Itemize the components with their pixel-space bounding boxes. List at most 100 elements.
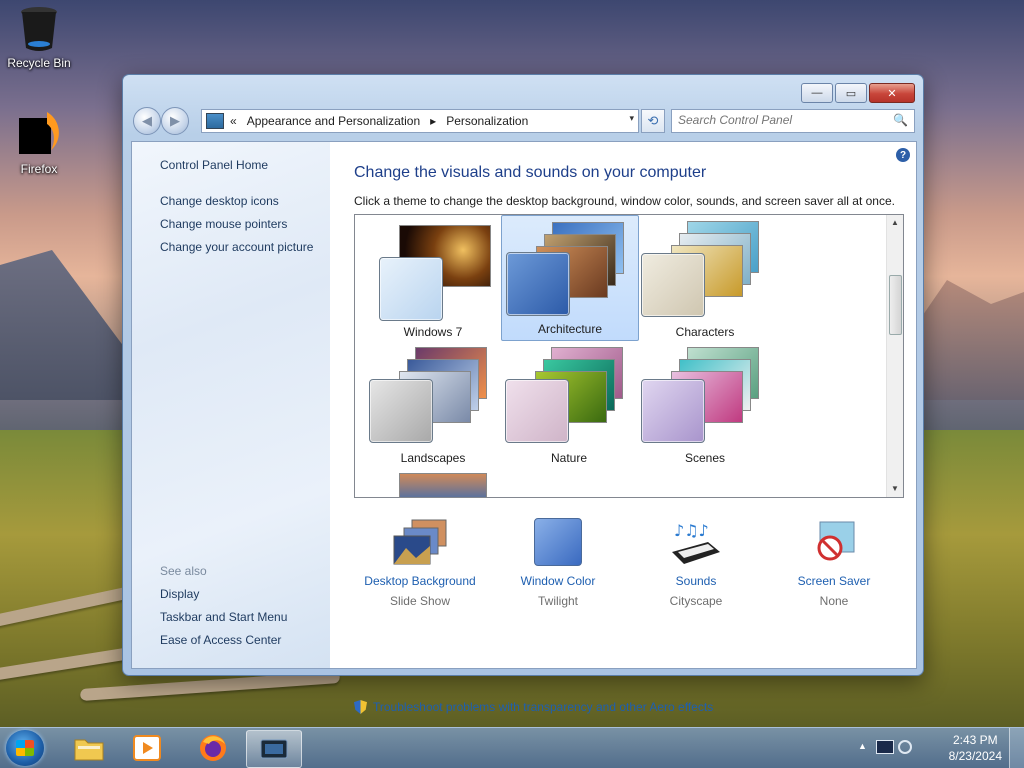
- breadcrumb-overflow[interactable]: «: [230, 114, 237, 128]
- close-button[interactable]: ✕: [869, 83, 915, 103]
- theme-list: Windows 7 Architecture Characters Landsc…: [354, 214, 904, 498]
- theme-windows-7[interactable]: Windows 7: [365, 219, 501, 343]
- desktop-icon-firefox[interactable]: Firefox: [0, 110, 79, 176]
- address-dropdown-icon[interactable]: ▾: [629, 113, 634, 124]
- desktop-icon-label: Firefox: [20, 162, 58, 176]
- page-title: Change the visuals and sounds on your co…: [354, 164, 707, 181]
- theme-color-swatch: [505, 379, 569, 443]
- theme-characters[interactable]: Characters: [637, 219, 773, 343]
- theme-architecture[interactable]: Architecture: [501, 215, 639, 341]
- theme-label: Scenes: [684, 451, 726, 465]
- sidebar-link-control-panel-home[interactable]: Control Panel Home: [160, 158, 268, 172]
- sidebar-link-taskbar[interactable]: Taskbar and Start Menu: [160, 610, 287, 624]
- troubleshoot-link-text[interactable]: Troubleshoot problems with transparency …: [373, 700, 713, 714]
- desktop-wallpaper-mountain: [914, 280, 1024, 400]
- address-bar[interactable]: « Appearance and Personalization ▸ Perso…: [201, 109, 639, 133]
- theme-color-swatch: [641, 253, 705, 317]
- search-box[interactable]: 🔍: [671, 109, 915, 133]
- minimize-button[interactable]: —: [801, 83, 833, 103]
- desktop-icon-label: Recycle Bin: [7, 56, 71, 70]
- network-icon[interactable]: [876, 740, 894, 754]
- action-center-icon[interactable]: [898, 740, 912, 754]
- breadcrumb-personalization[interactable]: Personalization: [446, 114, 528, 128]
- screen-saver-setting[interactable]: Screen Saver None: [769, 518, 899, 608]
- taskbar: ▲ 2:43 PM 8/23/2024: [0, 727, 1024, 768]
- windows-logo-icon: [16, 740, 34, 756]
- refresh-button[interactable]: ⟲: [641, 109, 665, 133]
- personalization-window: — ▭ ✕ ◀ ▶ « Appearance and Personalizati…: [122, 74, 924, 714]
- breadcrumb-separator-icon[interactable]: ▸: [430, 114, 436, 128]
- screen-saver-icon: [806, 518, 862, 566]
- maximize-button[interactable]: ▭: [835, 83, 867, 103]
- theme-scenes[interactable]: Scenes: [637, 345, 773, 469]
- media-player-icon: [133, 735, 161, 761]
- theme-label: Nature: [550, 451, 588, 465]
- sounds-link[interactable]: Sounds: [631, 574, 761, 588]
- shield-icon: [354, 700, 367, 714]
- sounds-setting[interactable]: ♪♫♪ Sounds Cityscape: [631, 518, 761, 608]
- search-icon[interactable]: 🔍: [893, 113, 908, 127]
- theme-color-swatch: [379, 257, 443, 321]
- taskbar-firefox-button[interactable]: [186, 730, 240, 766]
- troubleshoot-link[interactable]: Troubleshoot problems with transparency …: [354, 700, 713, 714]
- clock[interactable]: 2:43 PM 8/23/2024: [949, 732, 1002, 764]
- window-content: Control Panel Home Change desktop icons …: [131, 141, 917, 714]
- theme-color-swatch: [369, 379, 433, 443]
- window-color-icon: [530, 518, 586, 566]
- taskbar-media-player-button[interactable]: [120, 730, 174, 766]
- start-button[interactable]: [6, 730, 44, 766]
- search-input[interactable]: [672, 110, 894, 130]
- recycle-bin-icon: [17, 4, 61, 52]
- back-button[interactable]: ◀: [133, 107, 161, 135]
- desktop-background-link[interactable]: Desktop Background: [355, 574, 485, 588]
- theme-label: Characters: [675, 325, 735, 339]
- desktop-background-setting[interactable]: Desktop Background Slide Show: [355, 518, 485, 608]
- window-controls: — ▭ ✕: [801, 83, 915, 103]
- taskbar-explorer-button[interactable]: [62, 730, 116, 766]
- sidebar-link-desktop-icons[interactable]: Change desktop icons: [160, 194, 279, 208]
- control-panel-icon: [260, 739, 288, 759]
- clock-date: 8/23/2024: [948, 749, 1002, 763]
- theme-landscapes[interactable]: Landscapes: [365, 345, 501, 469]
- help-icon[interactable]: ?: [896, 148, 910, 162]
- theme-label: Architecture: [537, 322, 603, 336]
- show-desktop-button[interactable]: [1009, 728, 1024, 768]
- show-hidden-icons-arrow-icon[interactable]: ▲: [858, 741, 867, 751]
- theme-color-swatch: [641, 379, 705, 443]
- see-also-heading: See also: [160, 564, 207, 578]
- sidebar-link-ease-of-access[interactable]: Ease of Access Center: [160, 633, 281, 647]
- svg-text:♪♫♪: ♪♫♪: [674, 521, 709, 540]
- theme-nature[interactable]: Nature: [501, 345, 637, 469]
- breadcrumb-appearance[interactable]: Appearance and Personalization: [247, 114, 420, 128]
- scrollbar-thumb[interactable]: [889, 275, 902, 335]
- sidebar-link-account-picture[interactable]: Change your account picture: [160, 240, 313, 254]
- desktop-wallpaper-mountain: [0, 250, 130, 400]
- screen-saver-link[interactable]: Screen Saver: [769, 574, 899, 588]
- scroll-up-icon[interactable]: ▲: [887, 215, 903, 231]
- page-subtitle: Click a theme to change the desktop back…: [354, 194, 895, 208]
- theme-list-scrollbar[interactable]: ▲ ▼: [886, 215, 903, 497]
- sidebar-link-display[interactable]: Display: [160, 587, 199, 601]
- firefox-icon: [200, 735, 226, 761]
- navigation-bar: ◀ ▶ « Appearance and Personalization ▸ P…: [131, 105, 915, 135]
- forward-button[interactable]: ▶: [161, 107, 189, 135]
- window-color-setting[interactable]: Window Color Twilight: [493, 518, 623, 608]
- sidebar-link-mouse-pointers[interactable]: Change mouse pointers: [160, 217, 287, 231]
- theme-label: Landscapes: [400, 451, 466, 465]
- sounds-value: Cityscape: [669, 594, 723, 608]
- scroll-down-icon[interactable]: ▼: [887, 481, 903, 497]
- sidebar: Control Panel Home Change desktop icons …: [132, 142, 330, 668]
- system-tray: ▲ 2:43 PM 8/23/2024: [854, 728, 1024, 768]
- desktop-background-icon: [392, 518, 448, 566]
- desktop-icon-recycle-bin[interactable]: Recycle Bin: [0, 4, 79, 70]
- firefox-icon: [17, 110, 61, 158]
- sounds-icon: ♪♫♪: [668, 518, 724, 566]
- control-panel-icon: [206, 113, 224, 129]
- clock-time: 2:43 PM: [952, 733, 998, 747]
- theme-color-swatch: [506, 252, 570, 316]
- window-color-value: Twilight: [537, 594, 578, 608]
- window-color-link[interactable]: Window Color: [493, 574, 623, 588]
- theme-label: Windows 7: [403, 325, 463, 339]
- taskbar-control-panel-button[interactable]: [246, 730, 302, 768]
- folder-icon: [74, 739, 104, 761]
